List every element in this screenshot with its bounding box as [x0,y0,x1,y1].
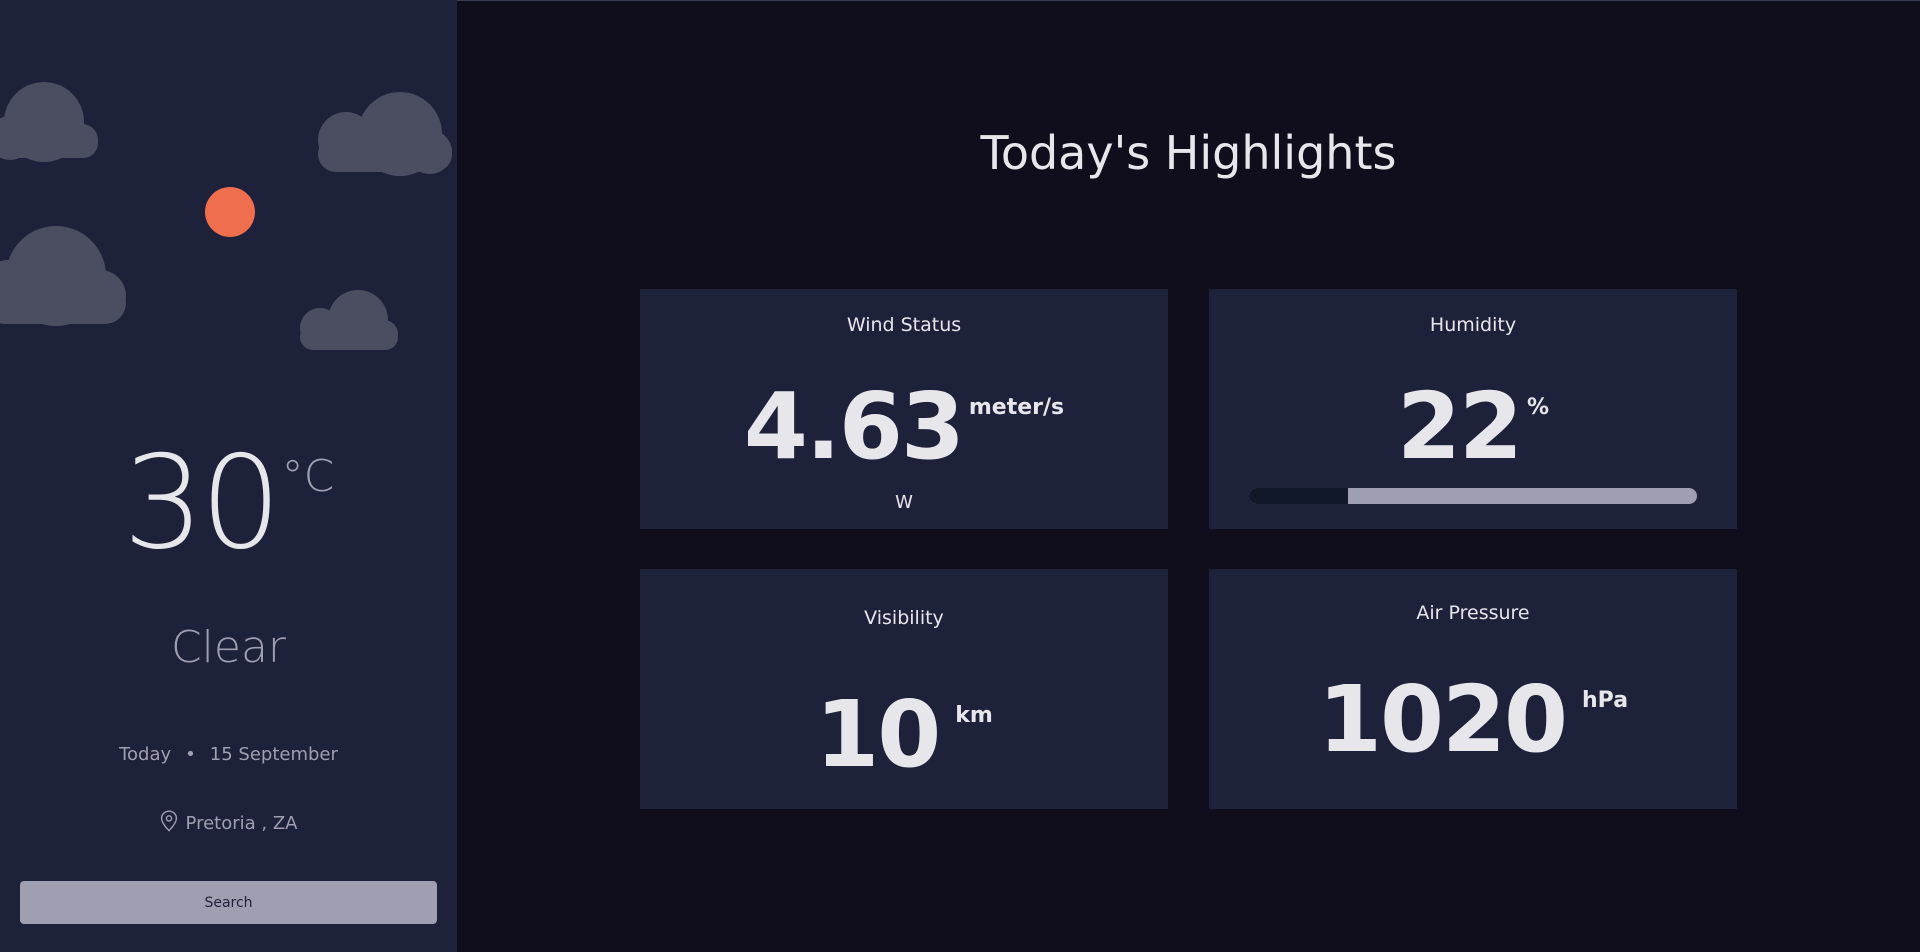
humidity-unit: % [1526,395,1550,420]
weather-condition: Clear [170,622,287,673]
temperature-value: 30 [122,429,282,578]
temperature-unit: °C [281,451,335,502]
sun-icon [205,187,255,237]
air-pressure-unit: hPa [1582,688,1629,713]
humidity-card: Humidity 22% [1209,289,1737,529]
cloud-icon [0,78,108,164]
search-button[interactable]: Search [20,881,437,924]
location-pin-icon [160,810,178,837]
visibility-value-row: 10 km [640,689,1168,781]
date-separator: • [185,744,196,765]
air-pressure-value-row: 1020 hPa [1209,674,1737,766]
cloud-icon [316,88,456,176]
day-label: Today [119,744,172,765]
wind-value-row: 4.63 meter/s [640,381,1168,473]
date-line: Today • 15 September [0,744,457,765]
visibility-card: Visibility 10 km [640,569,1168,809]
location-line: Pretoria , ZA [0,810,457,837]
cloud-icon [0,220,128,326]
humidity-progress-bar [1249,488,1697,504]
date-label: 15 September [209,744,338,765]
cloud-icon [298,286,400,352]
wind-speed-unit: meter/s [968,395,1065,420]
wind-status-label: Wind Status [846,314,962,336]
air-pressure-label: Air Pressure [1416,602,1530,624]
humidity-progress-fill [1249,488,1348,504]
humidity-value-row: 22% [1209,381,1737,473]
humidity-label: Humidity [1429,314,1517,336]
wind-direction: W [895,492,913,513]
wind-speed-value: 4.63 [743,373,965,480]
current-temperature: 30°C [0,440,457,568]
humidity-value: 22 [1396,373,1523,480]
visibility-label: Visibility [864,607,944,629]
air-pressure-value: 1020 [1317,666,1568,773]
visibility-unit: km [955,703,993,728]
visibility-value: 10 [815,681,941,788]
location-label: Pretoria , ZA [185,813,298,834]
wind-status-card: Wind Status 4.63 meter/s W [640,289,1168,529]
air-pressure-card: Air Pressure 1020 hPa [1209,569,1737,809]
page-title: Today's Highlights [980,126,1397,180]
weather-sidebar: 30°C Clear Today • 15 September Pretoria ,… [0,0,457,952]
